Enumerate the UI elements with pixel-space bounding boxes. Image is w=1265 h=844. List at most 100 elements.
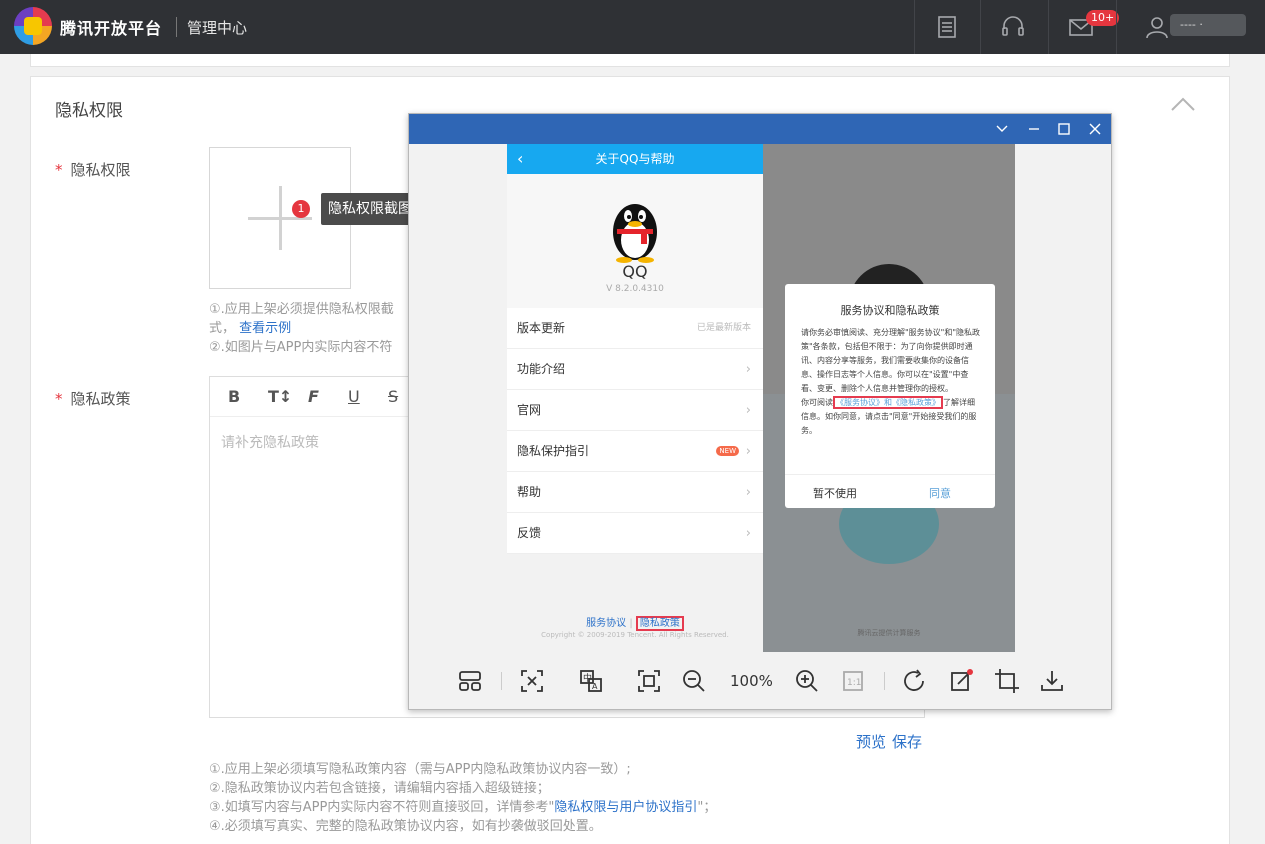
chevron-right-icon: › xyxy=(745,362,751,377)
menu-row: 帮助 › xyxy=(507,472,763,513)
highlighted-agreement-links: 《服务协议》和《隐私政策》 xyxy=(833,396,943,409)
phone-header: ‹ 关于QQ与帮助 xyxy=(507,144,763,174)
zoom-level: 100% xyxy=(730,672,773,690)
chevron-down-icon xyxy=(996,125,1008,132)
management-center-title[interactable]: 管理中心 xyxy=(187,17,247,38)
mail-count-badge: 10+ xyxy=(1086,10,1120,26)
image-viewer-window: ‹ 关于QQ与帮助 QQ V 8.2.0.4310 版本更新 已是最新版本 功能介绍… xyxy=(408,113,1112,710)
qq-about-screenshot: ‹ 关于QQ与帮助 QQ V 8.2.0.4310 版本更新 已是最新版本 功能介绍… xyxy=(507,144,763,652)
maximize-button[interactable] xyxy=(1048,114,1080,144)
download-button[interactable] xyxy=(1037,666,1067,696)
layout-icon xyxy=(459,671,481,691)
font-size-button[interactable]: T↕ xyxy=(268,387,308,406)
view-example-link[interactable]: 查看示例 xyxy=(239,321,291,336)
documents-button[interactable] xyxy=(914,0,978,54)
qq-logo-area: QQ V 8.2.0.4310 xyxy=(507,174,763,308)
app-version: V 8.2.0.4310 xyxy=(606,284,664,294)
user-icon xyxy=(1146,17,1168,39)
chevron-right-icon: › xyxy=(745,526,751,541)
privacy-dialog: 服务协议和隐私政策 请你务必审慎阅读、充分理解"服务协议"和"隐私政策"各条款，… xyxy=(785,284,995,508)
decline-button: 暂不使用 xyxy=(813,487,857,500)
support-button[interactable] xyxy=(980,0,1044,54)
minimize-button[interactable] xyxy=(1018,114,1050,144)
crop-icon xyxy=(995,669,1019,693)
menu-row: 隐私保护指引 NEW › xyxy=(507,431,763,472)
close-icon xyxy=(1089,123,1101,135)
agree-button: 同意 xyxy=(929,487,951,500)
menu-row: 版本更新 已是最新版本 xyxy=(507,308,763,349)
app-name: QQ xyxy=(622,262,648,281)
username[interactable]: ---- · xyxy=(1170,14,1246,36)
messages-button[interactable] xyxy=(1048,0,1112,54)
preview-link[interactable]: 预览 xyxy=(856,733,886,751)
user-avatar[interactable] xyxy=(1116,0,1170,54)
svg-text:中: 中 xyxy=(583,672,592,684)
edit-button[interactable] xyxy=(947,666,977,696)
one-to-one-button[interactable]: 1:1 xyxy=(838,666,868,696)
back-arrow-icon: ‹ xyxy=(517,149,524,168)
menu-row: 功能介绍 › xyxy=(507,349,763,390)
section-title: 隐私权限 xyxy=(55,101,123,121)
zoom-in-icon xyxy=(796,670,818,692)
chevron-right-icon: › xyxy=(745,403,751,418)
new-badge: NEW xyxy=(716,446,739,456)
brand-name[interactable]: 腾讯开放平台 xyxy=(60,15,162,39)
bold-button[interactable]: B xyxy=(228,387,268,406)
tencent-logo-icon[interactable] xyxy=(14,7,52,45)
chevron-right-icon: › xyxy=(745,485,751,500)
privacy-policy-label: * 隐私政策 xyxy=(55,390,131,408)
dropdown-button[interactable] xyxy=(986,114,1018,144)
privacy-screenshot-label: * 隐私权限 xyxy=(55,161,131,179)
top-bar: 腾讯开放平台 管理中心 10+ ---- · xyxy=(0,0,1265,54)
qq-penguin-icon xyxy=(613,204,657,263)
underline-button[interactable]: U xyxy=(348,387,388,406)
edit-icon xyxy=(951,669,973,691)
brand-divider xyxy=(176,17,177,37)
qq-dialog-screenshot: 服务协议和隐私政策 请你务必审慎阅读、充分理解"服务协议"和"隐私政策"各条款，… xyxy=(763,144,1015,652)
previous-card xyxy=(30,54,1230,67)
viewer-toolbar: 中A 100% 1:1 xyxy=(409,652,1111,710)
document-icon xyxy=(937,16,956,38)
rotate-button[interactable] xyxy=(899,666,929,696)
collapse-button[interactable] xyxy=(1170,96,1196,116)
save-link[interactable]: 保存 xyxy=(892,733,922,751)
dialog-body: 请你务必审慎阅读、充分理解"服务协议"和"隐私政策"各条款，包括但不限于：为了向… xyxy=(801,328,981,435)
zoom-out-icon xyxy=(683,670,705,692)
menu-row: 官网 › xyxy=(507,390,763,431)
headset-icon xyxy=(1001,16,1024,36)
svg-text:A: A xyxy=(592,682,598,691)
maximize-icon xyxy=(1058,123,1070,135)
font-family-button[interactable]: F xyxy=(308,387,348,406)
zoom-out-button[interactable] xyxy=(679,666,709,696)
editor-actions: 预览 保存 xyxy=(856,731,928,752)
viewer-titlebar[interactable] xyxy=(409,114,1111,144)
close-button[interactable] xyxy=(1079,114,1111,144)
download-icon xyxy=(1041,671,1063,691)
crop-button[interactable] xyxy=(992,666,1022,696)
translate-button[interactable]: 中A xyxy=(576,666,606,696)
layout-button[interactable] xyxy=(455,666,485,696)
translate-icon: 中A xyxy=(580,670,602,692)
rotate-icon xyxy=(904,669,924,691)
chevron-right-icon: › xyxy=(745,444,751,459)
copyright: Copyright © 2009-2019 Tencent. All Right… xyxy=(541,631,729,639)
highlighted-privacy-link: 隐私政策 xyxy=(635,616,684,631)
editor-placeholder[interactable]: 请补充隐私政策 xyxy=(221,432,319,452)
privacy-guide-link[interactable]: 隐私权限与用户协议指引 xyxy=(554,800,697,815)
tip-number-badge: 1 xyxy=(292,200,310,218)
screenshot-hint: ①.应用上架必须提供隐私权限截 式， 查看示例 ②.如图片与APP内实际内容不符 xyxy=(209,302,394,355)
fit-screen-button[interactable] xyxy=(517,666,547,696)
dialog-title: 服务协议和隐私政策 xyxy=(840,304,940,317)
chevron-up-icon xyxy=(1171,97,1195,111)
dialog-buttons: 暂不使用 同意 xyxy=(785,474,995,508)
menu-row: 反馈 › xyxy=(507,513,763,554)
actual-size-button[interactable] xyxy=(634,666,664,696)
ratio-icon: 1:1 xyxy=(843,671,863,691)
svg-text:1:1: 1:1 xyxy=(847,678,861,688)
frame-icon xyxy=(638,670,660,692)
policy-hints: ①.应用上架必须填写隐私政策内容（需与APP内隐私政策协议内容一致）; ②.隐私… xyxy=(209,762,717,834)
footer-links: 服务协议 | 隐私政策 xyxy=(507,614,763,631)
cloud-footer: 腾讯云提供计算服务 xyxy=(857,629,921,637)
fullscreen-exit-icon xyxy=(521,670,543,692)
zoom-in-button[interactable] xyxy=(792,666,822,696)
